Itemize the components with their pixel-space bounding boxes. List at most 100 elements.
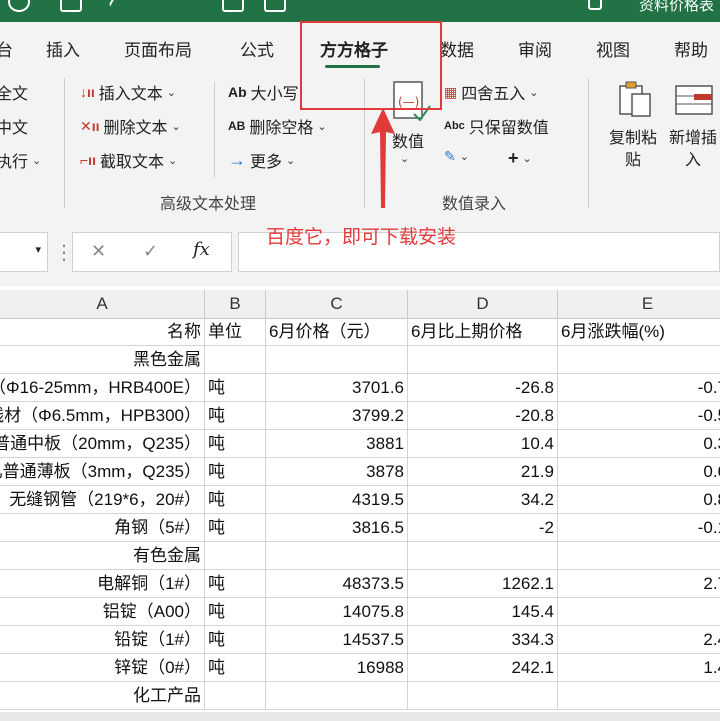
- tab-start[interactable]: 台: [0, 36, 13, 61]
- column-header-b[interactable]: B: [205, 290, 266, 318]
- table-cell[interactable]: [558, 542, 720, 569]
- table-cell[interactable]: 3701.6: [266, 374, 408, 401]
- table-cell[interactable]: 铅锭（1#）: [0, 626, 205, 653]
- table-cell[interactable]: 3816.5: [266, 514, 408, 541]
- cancel-icon[interactable]: ✕: [91, 241, 106, 262]
- pen-icon[interactable]: [108, 0, 138, 17]
- table-cell[interactable]: 化工产品: [0, 682, 205, 709]
- tab-data[interactable]: 数据: [440, 36, 474, 61]
- table-cell[interactable]: 242.1: [408, 654, 558, 681]
- table-cell[interactable]: 吨: [205, 430, 266, 457]
- delete-text-button[interactable]: ✕ıı 删除文本 ⌄: [80, 114, 181, 138]
- table-cell[interactable]: 吨: [205, 374, 266, 401]
- table-cell[interactable]: 吨: [205, 458, 266, 485]
- table-cell[interactable]: 铝锭（A00）: [0, 598, 205, 625]
- table-cell[interactable]: 1262.1: [408, 570, 558, 597]
- table-cell[interactable]: -0.5: [558, 402, 720, 429]
- table-cell[interactable]: 334.3: [408, 626, 558, 653]
- table-cell[interactable]: 吨: [205, 514, 266, 541]
- table-cell[interactable]: 14075.8: [266, 598, 408, 625]
- confirm-icon[interactable]: ✓: [143, 241, 158, 262]
- table-cell[interactable]: 吨: [205, 570, 266, 597]
- table-cell[interactable]: 2.4: [558, 626, 720, 653]
- table-cell[interactable]: 21.9: [408, 458, 558, 485]
- formula-bar-grip[interactable]: ⋮: [54, 240, 74, 265]
- ribbon-partial-item-2[interactable]: 中文: [0, 114, 28, 138]
- table-cell[interactable]: 3881: [266, 430, 408, 457]
- table-cell[interactable]: [408, 346, 558, 373]
- table-cell[interactable]: 48373.5: [266, 570, 408, 597]
- autosave-toggle-icon[interactable]: [8, 0, 30, 12]
- table-cell[interactable]: 3878: [266, 458, 408, 485]
- column-header-c[interactable]: C: [266, 290, 408, 318]
- table-cell[interactable]: 黑色金属: [0, 346, 205, 373]
- print-icon[interactable]: [222, 0, 244, 12]
- table-cell[interactable]: [558, 598, 720, 625]
- table-cell[interactable]: -20.8: [408, 402, 558, 429]
- chevron-down-icon[interactable]: ⌄: [400, 152, 409, 165]
- table-cell[interactable]: -0.1: [558, 514, 720, 541]
- table-cell[interactable]: 1.4: [558, 654, 720, 681]
- table-cell[interactable]: 名称: [0, 318, 205, 345]
- tab-review[interactable]: 审阅: [518, 36, 552, 61]
- column-header-e[interactable]: E: [558, 290, 720, 318]
- table-cell[interactable]: 普通中板（20mm，Q235）: [0, 430, 205, 457]
- table-cell[interactable]: 145.4: [408, 598, 558, 625]
- add-insert-button[interactable]: 新增插入: [666, 128, 720, 172]
- edit-menu-button[interactable]: ✎ ⌄: [444, 148, 469, 165]
- table-cell[interactable]: [266, 682, 408, 709]
- table-cell[interactable]: 14537.5: [266, 626, 408, 653]
- table-cell[interactable]: [205, 346, 266, 373]
- table-cell[interactable]: 0.8: [558, 486, 720, 513]
- extract-text-button[interactable]: ⌐ıı 截取文本 ⌄: [80, 148, 177, 172]
- tab-formulas[interactable]: 公式: [240, 36, 274, 61]
- column-header-a[interactable]: A: [0, 290, 205, 318]
- table-cell[interactable]: 无缝钢管（219*6，20#）: [0, 486, 205, 513]
- table-cell[interactable]: 电解铜（1#）: [0, 570, 205, 597]
- ribbon-partial-item-3[interactable]: 执行 ⌄: [0, 148, 41, 172]
- tab-help[interactable]: 帮助: [674, 36, 708, 61]
- table-cell[interactable]: -2: [408, 514, 558, 541]
- table-cell[interactable]: 有色金属: [0, 542, 205, 569]
- table-cell[interactable]: 2.7: [558, 570, 720, 597]
- sheet-tabs-bar[interactable]: [0, 712, 720, 721]
- table-cell[interactable]: 吨: [205, 486, 266, 513]
- table-cell[interactable]: 6月涨跌幅(%): [558, 318, 720, 345]
- table-cell[interactable]: 4319.5: [266, 486, 408, 513]
- table-cell[interactable]: 吨: [205, 626, 266, 653]
- table-cell[interactable]: 34.2: [408, 486, 558, 513]
- table-cell[interactable]: [205, 682, 266, 709]
- delete-spaces-button[interactable]: AB 删除空格 ⌄: [228, 114, 327, 138]
- keep-numeric-button[interactable]: Abc 只保留数值: [444, 114, 549, 138]
- table-cell[interactable]: 线材（Φ6.5mm，HPB300）: [0, 402, 205, 429]
- table-cell[interactable]: [408, 542, 558, 569]
- case-button[interactable]: Ab 大小写: [228, 80, 299, 104]
- copy-paste-button[interactable]: 复制粘贴: [606, 128, 660, 172]
- table-cell[interactable]: 热轧普通薄板（3mm，Q235）: [0, 458, 205, 485]
- more-button[interactable]: → 更多 ⌄: [228, 148, 295, 172]
- ribbon-partial-item-1[interactable]: 全文: [0, 80, 28, 104]
- table-cell[interactable]: [408, 682, 558, 709]
- save-icon[interactable]: [60, 0, 82, 12]
- table-cell[interactable]: [558, 682, 720, 709]
- tab-insert[interactable]: 插入: [46, 36, 80, 61]
- table-cell[interactable]: 10.4: [408, 430, 558, 457]
- table-cell[interactable]: 螺纹钢（Φ16-25mm，HRB400E）: [0, 374, 205, 401]
- table-cell[interactable]: 吨: [205, 598, 266, 625]
- table-cell[interactable]: -26.8: [408, 374, 558, 401]
- table-cell[interactable]: 吨: [205, 654, 266, 681]
- tab-view[interactable]: 视图: [596, 36, 630, 61]
- window-icon[interactable]: [588, 0, 602, 10]
- table-cell[interactable]: 吨: [205, 402, 266, 429]
- table-cell[interactable]: 16988: [266, 654, 408, 681]
- table-cell[interactable]: 锌锭（0#）: [0, 654, 205, 681]
- table-cell[interactable]: 6月价格（元）: [266, 318, 408, 345]
- insert-text-button[interactable]: ↓ıı 插入文本 ⌄: [80, 80, 176, 104]
- table-cell[interactable]: 角钢（5#）: [0, 514, 205, 541]
- name-box[interactable]: ▾: [0, 232, 48, 272]
- document-icon[interactable]: [264, 0, 286, 12]
- table-cell[interactable]: 6月比上期价格: [408, 318, 558, 345]
- table-cell[interactable]: 0.6: [558, 458, 720, 485]
- tab-page-layout[interactable]: 页面布局: [124, 36, 192, 61]
- table-cell[interactable]: 3799.2: [266, 402, 408, 429]
